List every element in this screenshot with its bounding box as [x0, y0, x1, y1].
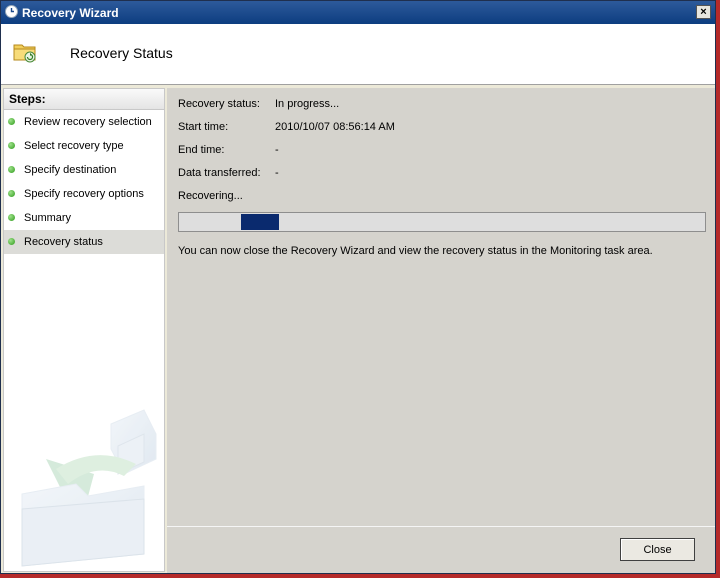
sidebar-item-label: Specify recovery options [24, 188, 144, 200]
folder-restore-icon [13, 44, 36, 63]
field-value: - [275, 144, 279, 156]
progress-marquee [241, 214, 279, 230]
title-bar[interactable]: Recovery Wizard × [1, 1, 715, 24]
sidebar-item-label: Review recovery selection [24, 116, 152, 128]
window-close-button[interactable]: × [696, 5, 711, 19]
sidebar-item-summary[interactable]: Summary [4, 206, 164, 230]
progress-label: Recovering... [178, 190, 243, 202]
steps-sidebar: Steps: Review recovery selection Select … [3, 88, 165, 572]
step-complete-icon [8, 142, 15, 149]
field-label: End time: [178, 144, 225, 156]
recovery-progress-bar [178, 212, 706, 232]
sidebar-item-specify-destination[interactable]: Specify destination [4, 158, 164, 182]
field-value: 2010/10/07 08:56:14 AM [275, 121, 395, 133]
sidebar-item-label: Summary [24, 212, 72, 224]
field-value: - [275, 167, 279, 179]
step-current-icon [8, 238, 15, 245]
field-label: Start time: [178, 121, 229, 133]
sidebar-item-review-recovery-selection[interactable]: Review recovery selection [4, 110, 164, 134]
sidebar-item-select-recovery-type[interactable]: Select recovery type [4, 134, 164, 158]
sidebar-item-label: Select recovery type [24, 140, 124, 152]
steps-heading: Steps: [4, 89, 164, 110]
sidebar-item-label: Specify destination [24, 164, 117, 176]
page-title: Recovery Status [70, 45, 173, 61]
wizard-footer: Close [167, 526, 715, 573]
recovery-watermark-icon [21, 409, 157, 567]
window-title: Recovery Wizard [22, 6, 119, 20]
step-complete-icon [8, 190, 15, 197]
info-text: You can now close the Recovery Wizard an… [178, 245, 653, 257]
close-icon: × [700, 6, 707, 18]
recovery-wizard-window: Recovery Wizard × Recovery Status Steps:… [0, 0, 716, 574]
sidebar-item-recovery-status[interactable]: Recovery status [4, 230, 164, 254]
wizard-header: Recovery Status [1, 24, 715, 85]
field-label: Data transferred: [178, 167, 261, 179]
field-value: In progress... [275, 98, 340, 110]
sidebar-item-label: Recovery status [24, 236, 103, 248]
step-complete-icon [8, 214, 15, 221]
close-button[interactable]: Close [620, 538, 695, 561]
step-complete-icon [8, 118, 15, 125]
wizard-app-icon [5, 5, 18, 18]
field-label: Recovery status: [178, 98, 260, 110]
sidebar-item-specify-recovery-options[interactable]: Specify recovery options [4, 182, 164, 206]
step-complete-icon [8, 166, 15, 173]
recovery-status-panel: Recovery status: In progress... Start ti… [167, 88, 715, 526]
